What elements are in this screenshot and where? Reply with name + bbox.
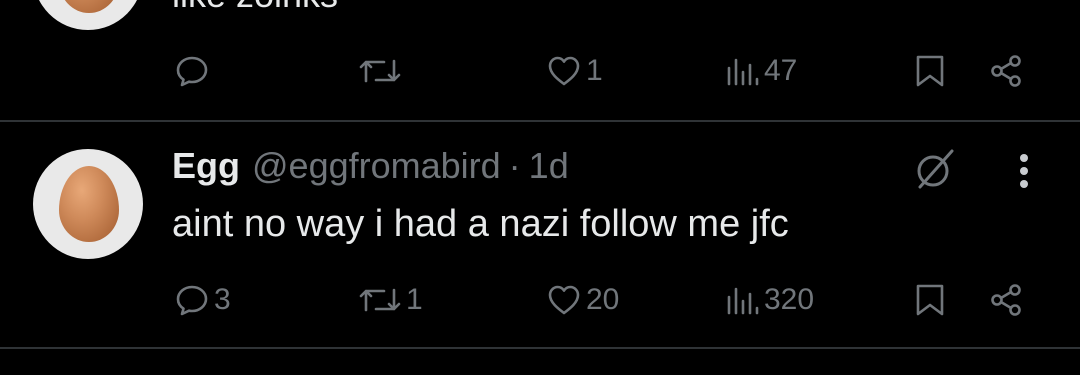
display-name[interactable]: Egg bbox=[172, 145, 240, 187]
tweet[interactable]: Egg @eggfromabird · 1d aint no way i had… bbox=[0, 121, 1080, 347]
views-button[interactable]: 47 bbox=[724, 46, 797, 96]
bookmark-button[interactable] bbox=[912, 46, 948, 96]
retweet-icon bbox=[359, 288, 401, 312]
reply-icon bbox=[176, 56, 208, 87]
share-icon bbox=[991, 55, 1021, 87]
like-button[interactable]: 20 bbox=[546, 275, 619, 325]
heart-icon bbox=[548, 56, 580, 86]
tweet-divider bbox=[0, 347, 1080, 349]
bookmark-icon bbox=[916, 284, 944, 316]
reply-button[interactable] bbox=[174, 46, 214, 96]
views-icon bbox=[727, 287, 759, 315]
reply-button[interactable]: 3 bbox=[174, 275, 231, 325]
reply-icon bbox=[176, 285, 208, 316]
previous-tweet-action-bar: 1 47 bbox=[0, 46, 1080, 96]
retweet-button[interactable] bbox=[358, 46, 406, 96]
separator-dot: · bbox=[508, 145, 521, 186]
like-button[interactable]: 1 bbox=[546, 46, 603, 96]
retweet-icon bbox=[359, 59, 401, 83]
views-button[interactable]: 320 bbox=[724, 275, 814, 325]
tweet-text: aint no way i had a nazi follow me jfc bbox=[172, 203, 789, 245]
share-icon bbox=[991, 284, 1021, 316]
share-button[interactable] bbox=[988, 46, 1024, 96]
heart-icon bbox=[548, 285, 580, 315]
bookmark-icon bbox=[916, 55, 944, 87]
egg-avatar-image bbox=[59, 0, 119, 13]
retweet-count: 1 bbox=[406, 283, 423, 316]
user-handle[interactable]: @eggfromabird bbox=[252, 145, 501, 187]
mute-button[interactable] bbox=[908, 143, 960, 195]
tweet-action-bar: 3 1 20 320 bbox=[0, 275, 1080, 325]
bookmark-button[interactable] bbox=[912, 275, 948, 325]
avatar[interactable] bbox=[33, 0, 143, 30]
views-icon bbox=[727, 58, 759, 86]
more-vertical-icon bbox=[1020, 154, 1028, 188]
previous-tweet-text: like zoinks bbox=[172, 0, 338, 16]
views-count: 47 bbox=[764, 54, 798, 87]
like-count: 1 bbox=[586, 54, 603, 87]
retweet-button[interactable]: 1 bbox=[358, 275, 423, 325]
avatar[interactable] bbox=[33, 149, 143, 259]
like-count: 20 bbox=[586, 283, 620, 316]
share-button[interactable] bbox=[988, 275, 1024, 325]
views-count: 320 bbox=[764, 283, 815, 316]
more-options-button[interactable] bbox=[1006, 149, 1042, 193]
tweet-header: Egg @eggfromabird · 1d bbox=[172, 145, 569, 189]
reply-count: 3 bbox=[214, 283, 231, 316]
egg-avatar-image bbox=[59, 166, 119, 242]
timestamp[interactable]: 1d bbox=[529, 145, 569, 187]
slashed-circle-icon bbox=[917, 149, 954, 189]
